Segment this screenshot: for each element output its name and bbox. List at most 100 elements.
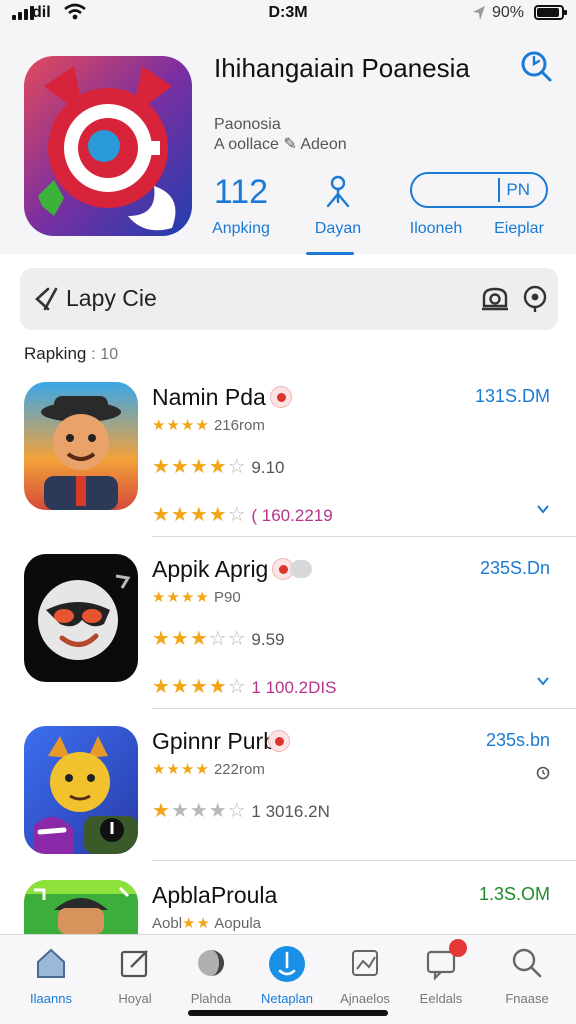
stat-eieplar-label: Eieplar <box>494 220 544 237</box>
stat-ranking-value: 112 <box>213 173 269 211</box>
stat-ilooneh-label: Ilooneh <box>409 220 463 237</box>
toggle-pill[interactable]: PN <box>410 172 548 208</box>
plan-icon <box>269 946 305 982</box>
rating-stars: ★★★ <box>152 628 209 650</box>
row-divider <box>152 708 576 709</box>
rating-stars-empty: ☆ <box>227 676 247 698</box>
rating-prefix: Aobl <box>152 915 183 932</box>
app-size: 235s.bn <box>485 730 550 750</box>
active-stat-indicator <box>306 252 354 255</box>
edit-icon <box>120 950 148 978</box>
rating-stars: ★★ <box>182 915 211 932</box>
tab-home[interactable]: Ilaanns <box>16 945 86 1006</box>
rating-text: Aopula <box>214 915 261 932</box>
clock: D:3M <box>268 4 308 21</box>
list-item[interactable]: Appik Aprig 235S.Dn ★★★★ P90 ★★★☆☆ 9.59 … <box>0 554 576 718</box>
tab-label: Fnaase <box>505 991 549 1006</box>
rating-stars: ★★★★ <box>152 417 210 434</box>
search-icon <box>512 948 542 978</box>
tab-label: Plahda <box>190 991 232 1006</box>
list-item[interactable]: Namin Pda 131S.DM ★★★★ 216rom ★★★★☆ 9.10… <box>0 382 576 546</box>
list-item[interactable]: Gpinnr Purb 235s.bn ★★★★ 222rom ★★★★☆ 1 … <box>0 726 576 890</box>
rating-count: 222rom <box>213 761 265 778</box>
app-icon-cat <box>24 726 138 854</box>
search-input[interactable]: Lapy Cie <box>66 285 157 312</box>
rating-count: 216rom <box>213 417 265 434</box>
location-pin-icon[interactable] <box>522 285 548 313</box>
badge-icon <box>270 386 292 408</box>
app-size: 235S.Dn <box>479 558 550 578</box>
rating-stars: ★★★★ <box>152 761 210 778</box>
app-size: 131S.DM <box>474 386 550 406</box>
stat-dayan-label: Dayan <box>314 220 362 237</box>
tab-hoyal[interactable]: Hoyal <box>100 945 170 1006</box>
rating-line-1: ★★★★ 216rom <box>152 416 265 434</box>
search-icon[interactable] <box>518 48 554 84</box>
stat-ranking[interactable]: 112 Anpking <box>206 172 276 238</box>
ranking-heading: Rapking : 10 <box>24 344 118 364</box>
tab-search[interactable]: Fnaase <box>492 945 562 1006</box>
tab-netaplan[interactable]: Netaplan <box>252 945 322 1006</box>
tab-label: Ajnaelos <box>340 991 390 1006</box>
app-icon-character <box>24 382 138 510</box>
location-icon <box>473 6 485 20</box>
stat-eieplar[interactable]: Eieplar <box>484 212 554 238</box>
rating-stars-empty: ☆☆ <box>208 628 247 650</box>
app-developer: A oollace ✎ Adeon <box>214 136 347 153</box>
search-bar[interactable]: Lapy Cie <box>20 268 558 330</box>
tab-label: Hoyal <box>118 991 152 1006</box>
rating-value: 9.59 <box>251 630 285 649</box>
clock-icon[interactable] <box>536 766 550 780</box>
download-count: ( 160.2219 <box>251 506 333 525</box>
row-divider <box>152 860 576 861</box>
chart-icon <box>352 950 378 976</box>
tab-plahda[interactable]: Plahda <box>176 945 246 1006</box>
status-bar: dil D:3M 90% <box>0 0 576 28</box>
tab-ajnaelos[interactable]: Ajnaelos <box>330 945 400 1006</box>
ranking-count: 10 <box>100 346 119 363</box>
rating-line-2: ★★★☆☆ 9.59 <box>152 626 284 651</box>
rating-stars: ★★★★ <box>152 456 228 478</box>
battery-percent: 90% <box>492 4 525 21</box>
toggle-icon <box>290 560 312 578</box>
rating-line-3: ★★★★☆ 1 100.2DIS <box>152 674 336 699</box>
tab-eeldals[interactable]: Eeldals <box>406 939 476 1006</box>
rating-line-1: ★★★★ 222rom <box>152 760 265 778</box>
ranking-separator: : <box>91 346 96 363</box>
app-category: Paonosia <box>214 116 281 133</box>
camera-icon[interactable] <box>480 284 510 314</box>
app-name[interactable]: ApblaProula <box>152 882 277 909</box>
rating-stars: ★ <box>152 800 171 822</box>
app-icon-man <box>24 880 138 934</box>
home-icon <box>37 948 65 978</box>
ranking-label: Rapking <box>24 344 87 363</box>
notification-badge <box>449 939 467 957</box>
rating-stars: ★★★★ <box>152 676 228 698</box>
badge-icon <box>268 730 290 752</box>
rating-stars: ★★★★ <box>152 504 228 526</box>
app-size: 1.3S.OM <box>478 884 550 904</box>
row-divider <box>152 536 576 537</box>
rating-line-2: ★★★★☆ 1 3016.2N <box>152 798 330 823</box>
rating-line-1: ★★★★ P90 <box>152 588 241 606</box>
chevron-down-icon[interactable] <box>536 502 550 516</box>
rating-value: 9.10 <box>251 458 285 477</box>
app-header: Ihihangaiain Poanesia Paonosia A oollace… <box>0 28 576 255</box>
download-count: 1 3016.2N <box>251 802 330 821</box>
app-name[interactable]: Gpinnr Purb <box>152 728 276 755</box>
rating-stars: ★★★★ <box>152 589 210 606</box>
stat-ilooneh[interactable]: Ilooneh <box>396 212 476 238</box>
pill-divider <box>498 178 500 202</box>
tab-label: Eeldals <box>419 991 463 1006</box>
back-icon[interactable] <box>34 286 62 312</box>
app-title: Ihihangaiain Poanesia <box>214 53 470 83</box>
app-icon-face <box>24 554 138 682</box>
chevron-down-icon[interactable] <box>536 674 550 688</box>
stat-dayan[interactable]: Dayan <box>300 172 376 238</box>
app-name[interactable]: Namin Pda <box>152 384 266 411</box>
app-name[interactable]: Appik Aprig <box>152 556 268 583</box>
rating-stars-empty: ☆ <box>227 504 247 526</box>
app-icon <box>24 56 192 236</box>
list-item[interactable]: ApblaProula 1.3S.OM Aobl★★ Aopula <box>0 880 576 934</box>
battery-icon <box>534 5 567 20</box>
